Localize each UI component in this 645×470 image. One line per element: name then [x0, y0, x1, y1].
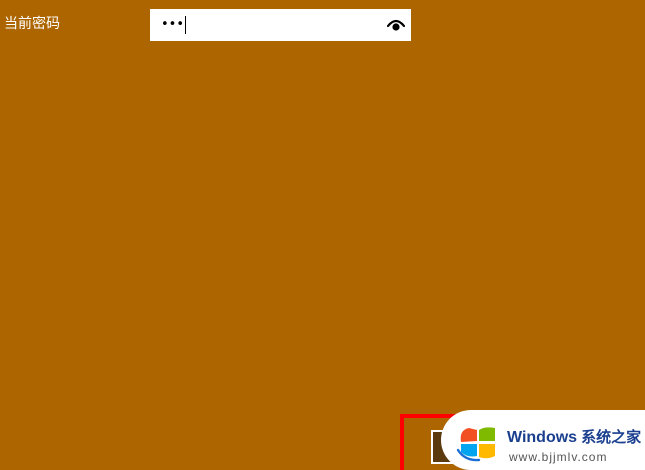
password-masked-text: ••• [161, 17, 185, 32]
eye-icon[interactable] [386, 17, 406, 33]
watermark-url: www.bjjmlv.com [509, 450, 608, 464]
watermark: Windows 系统之家 www.bjjmlv.com [441, 410, 645, 470]
watermark-brand: Windows 系统之家 [507, 428, 641, 448]
watermark-brand-en: Windows [507, 429, 578, 446]
windows-logo-icon [456, 427, 495, 462]
password-value: ••• [161, 16, 187, 34]
watermark-brand-cn: 系统之家 [581, 429, 642, 446]
current-password-input[interactable]: ••• [150, 9, 411, 41]
current-password-label: 当前密码 [4, 16, 60, 32]
text-caret [185, 16, 187, 34]
